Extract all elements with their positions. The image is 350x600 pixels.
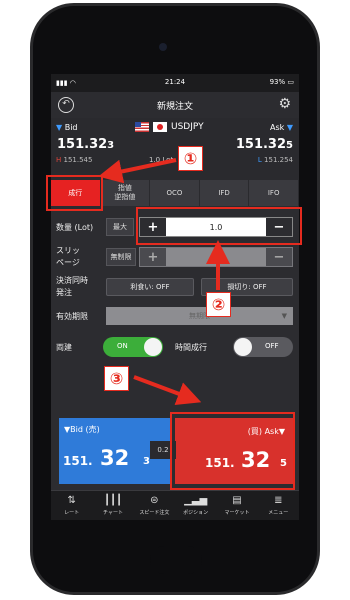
quote-panel: ▼ Bid USDJPY Ask ▼ 151.323 151.325 H 151…: [51, 118, 299, 180]
slippage-label-line1: スリッ: [56, 246, 80, 255]
hedge-state: ON: [117, 342, 128, 350]
status-bar: ▮▮▮ ◠ 21:24 93% ▭: [51, 74, 299, 92]
annotation-step-1: ①: [178, 146, 203, 171]
hedge-knob: [144, 338, 162, 356]
ask-label: Ask ▼: [270, 123, 293, 132]
annotation-box-buy: [170, 412, 295, 490]
time-market-toggle[interactable]: OFF: [233, 337, 293, 357]
expiry-label: 有効期限: [56, 312, 88, 321]
battery-indicator: 93% ▭: [269, 78, 294, 86]
sell-price-pip: 3: [143, 456, 150, 467]
front-camera: [159, 43, 167, 51]
settlement-label-line2: 発注: [56, 288, 72, 297]
tabbar-item-menu[interactable]: ≣ メニュー: [258, 491, 299, 520]
bottom-tab-bar: ⇅ レート ┃┃┃ チャート ⊜ スピード注文 ▁▃▅ ポジション ▤ マーケッ…: [51, 490, 299, 520]
page-title: 新規注文: [156, 102, 193, 112]
unlimited-button[interactable]: 無制限: [106, 248, 136, 266]
annotation-step-2: ②: [206, 292, 231, 317]
toggle-row: 両建 ON 時間成行 OFF: [51, 336, 299, 358]
sell-side-label: ▼Bid (売): [64, 425, 100, 434]
settlement-row: 決済同時 発注 利食い: OFF 損切り: OFF: [51, 274, 299, 300]
chart-icon: ┃┃┃: [103, 495, 123, 506]
bid-price: 151.323: [57, 137, 115, 152]
slippage-row: スリッ ページ 無制限 + −: [51, 244, 299, 270]
quantity-label: 数量 (Lot): [56, 223, 94, 232]
chevron-down-icon: ▼: [281, 312, 287, 320]
tab-ifo[interactable]: IFO: [249, 180, 299, 206]
tabbar-label: スピード注文: [139, 510, 170, 516]
status-time: 21:24: [164, 78, 186, 86]
ask-price: 151.325: [235, 137, 293, 152]
jp-flag-icon: [153, 122, 167, 132]
time-market-state: OFF: [265, 342, 279, 350]
tab-oco[interactable]: OCO: [150, 180, 200, 206]
battery-percent: 93%: [269, 78, 286, 86]
position-icon: ▁▃▅: [184, 495, 208, 506]
slippage-stepper: + −: [139, 247, 293, 267]
rate-icon: ⇅: [67, 495, 76, 506]
tabbar-label: チャート: [103, 510, 123, 516]
tab-ifd[interactable]: IFD: [200, 180, 250, 206]
currency-pair[interactable]: USDJPY: [135, 122, 204, 132]
max-button[interactable]: 最大: [106, 218, 134, 236]
take-profit-button[interactable]: 利食い: OFF: [106, 278, 194, 296]
tabbar-item-chart[interactable]: ┃┃┃ チャート: [92, 491, 133, 520]
speed-order-icon: ⊜: [150, 495, 159, 506]
sell-price-main: 32: [100, 446, 130, 470]
tabbar-item-position[interactable]: ▁▃▅ ポジション: [175, 491, 216, 520]
annotation-box-quantity: [136, 207, 302, 245]
home-button[interactable]: [150, 546, 202, 574]
high-price: H 151.545: [56, 156, 93, 164]
tabbar-item-speed-order[interactable]: ⊜ スピード注文: [134, 491, 175, 520]
expiry-select[interactable]: 無期限 ▼: [106, 307, 293, 325]
tabbar-label: マーケット: [224, 510, 250, 516]
hedge-toggle[interactable]: ON: [103, 337, 163, 357]
sell-price-prefix: 151.: [63, 454, 93, 468]
slippage-minus-button: −: [266, 248, 292, 266]
gear-icon[interactable]: ⚙: [278, 96, 291, 112]
annotation-step-3: ③: [104, 366, 129, 391]
lot-unit: 1.0 Lot: [149, 156, 174, 164]
menu-icon: ≣: [274, 495, 283, 506]
tabbar-label: ポジション: [183, 510, 209, 516]
slippage-label-line2: ページ: [56, 258, 80, 267]
expiry-row: 有効期限 無期限 ▼: [51, 306, 299, 328]
tabbar-label: レート: [64, 510, 80, 516]
us-flag-icon: [135, 122, 149, 132]
time-market-label: 時間成行: [175, 343, 207, 352]
nav-bar: ↶ 新規注文 ⚙: [51, 92, 299, 118]
bid-label: ▼ Bid: [56, 123, 78, 132]
annotation-box-market-tab: [46, 175, 103, 211]
tab-limit-stop[interactable]: 指値 逆指値: [101, 180, 151, 206]
settlement-label-line1: 決済同時: [56, 276, 88, 285]
tabbar-label: メニュー: [268, 510, 289, 516]
slippage-plus-button: +: [140, 248, 166, 266]
slippage-value: [166, 248, 266, 266]
time-market-knob: [234, 338, 252, 356]
low-price: L 151.254: [257, 156, 293, 164]
market-icon: ▤: [232, 495, 242, 506]
pair-label: USDJPY: [171, 122, 204, 132]
hedge-label: 両建: [56, 343, 72, 352]
tabbar-item-rate[interactable]: ⇅ レート: [51, 491, 92, 520]
tabbar-item-market[interactable]: ▤ マーケット: [216, 491, 257, 520]
